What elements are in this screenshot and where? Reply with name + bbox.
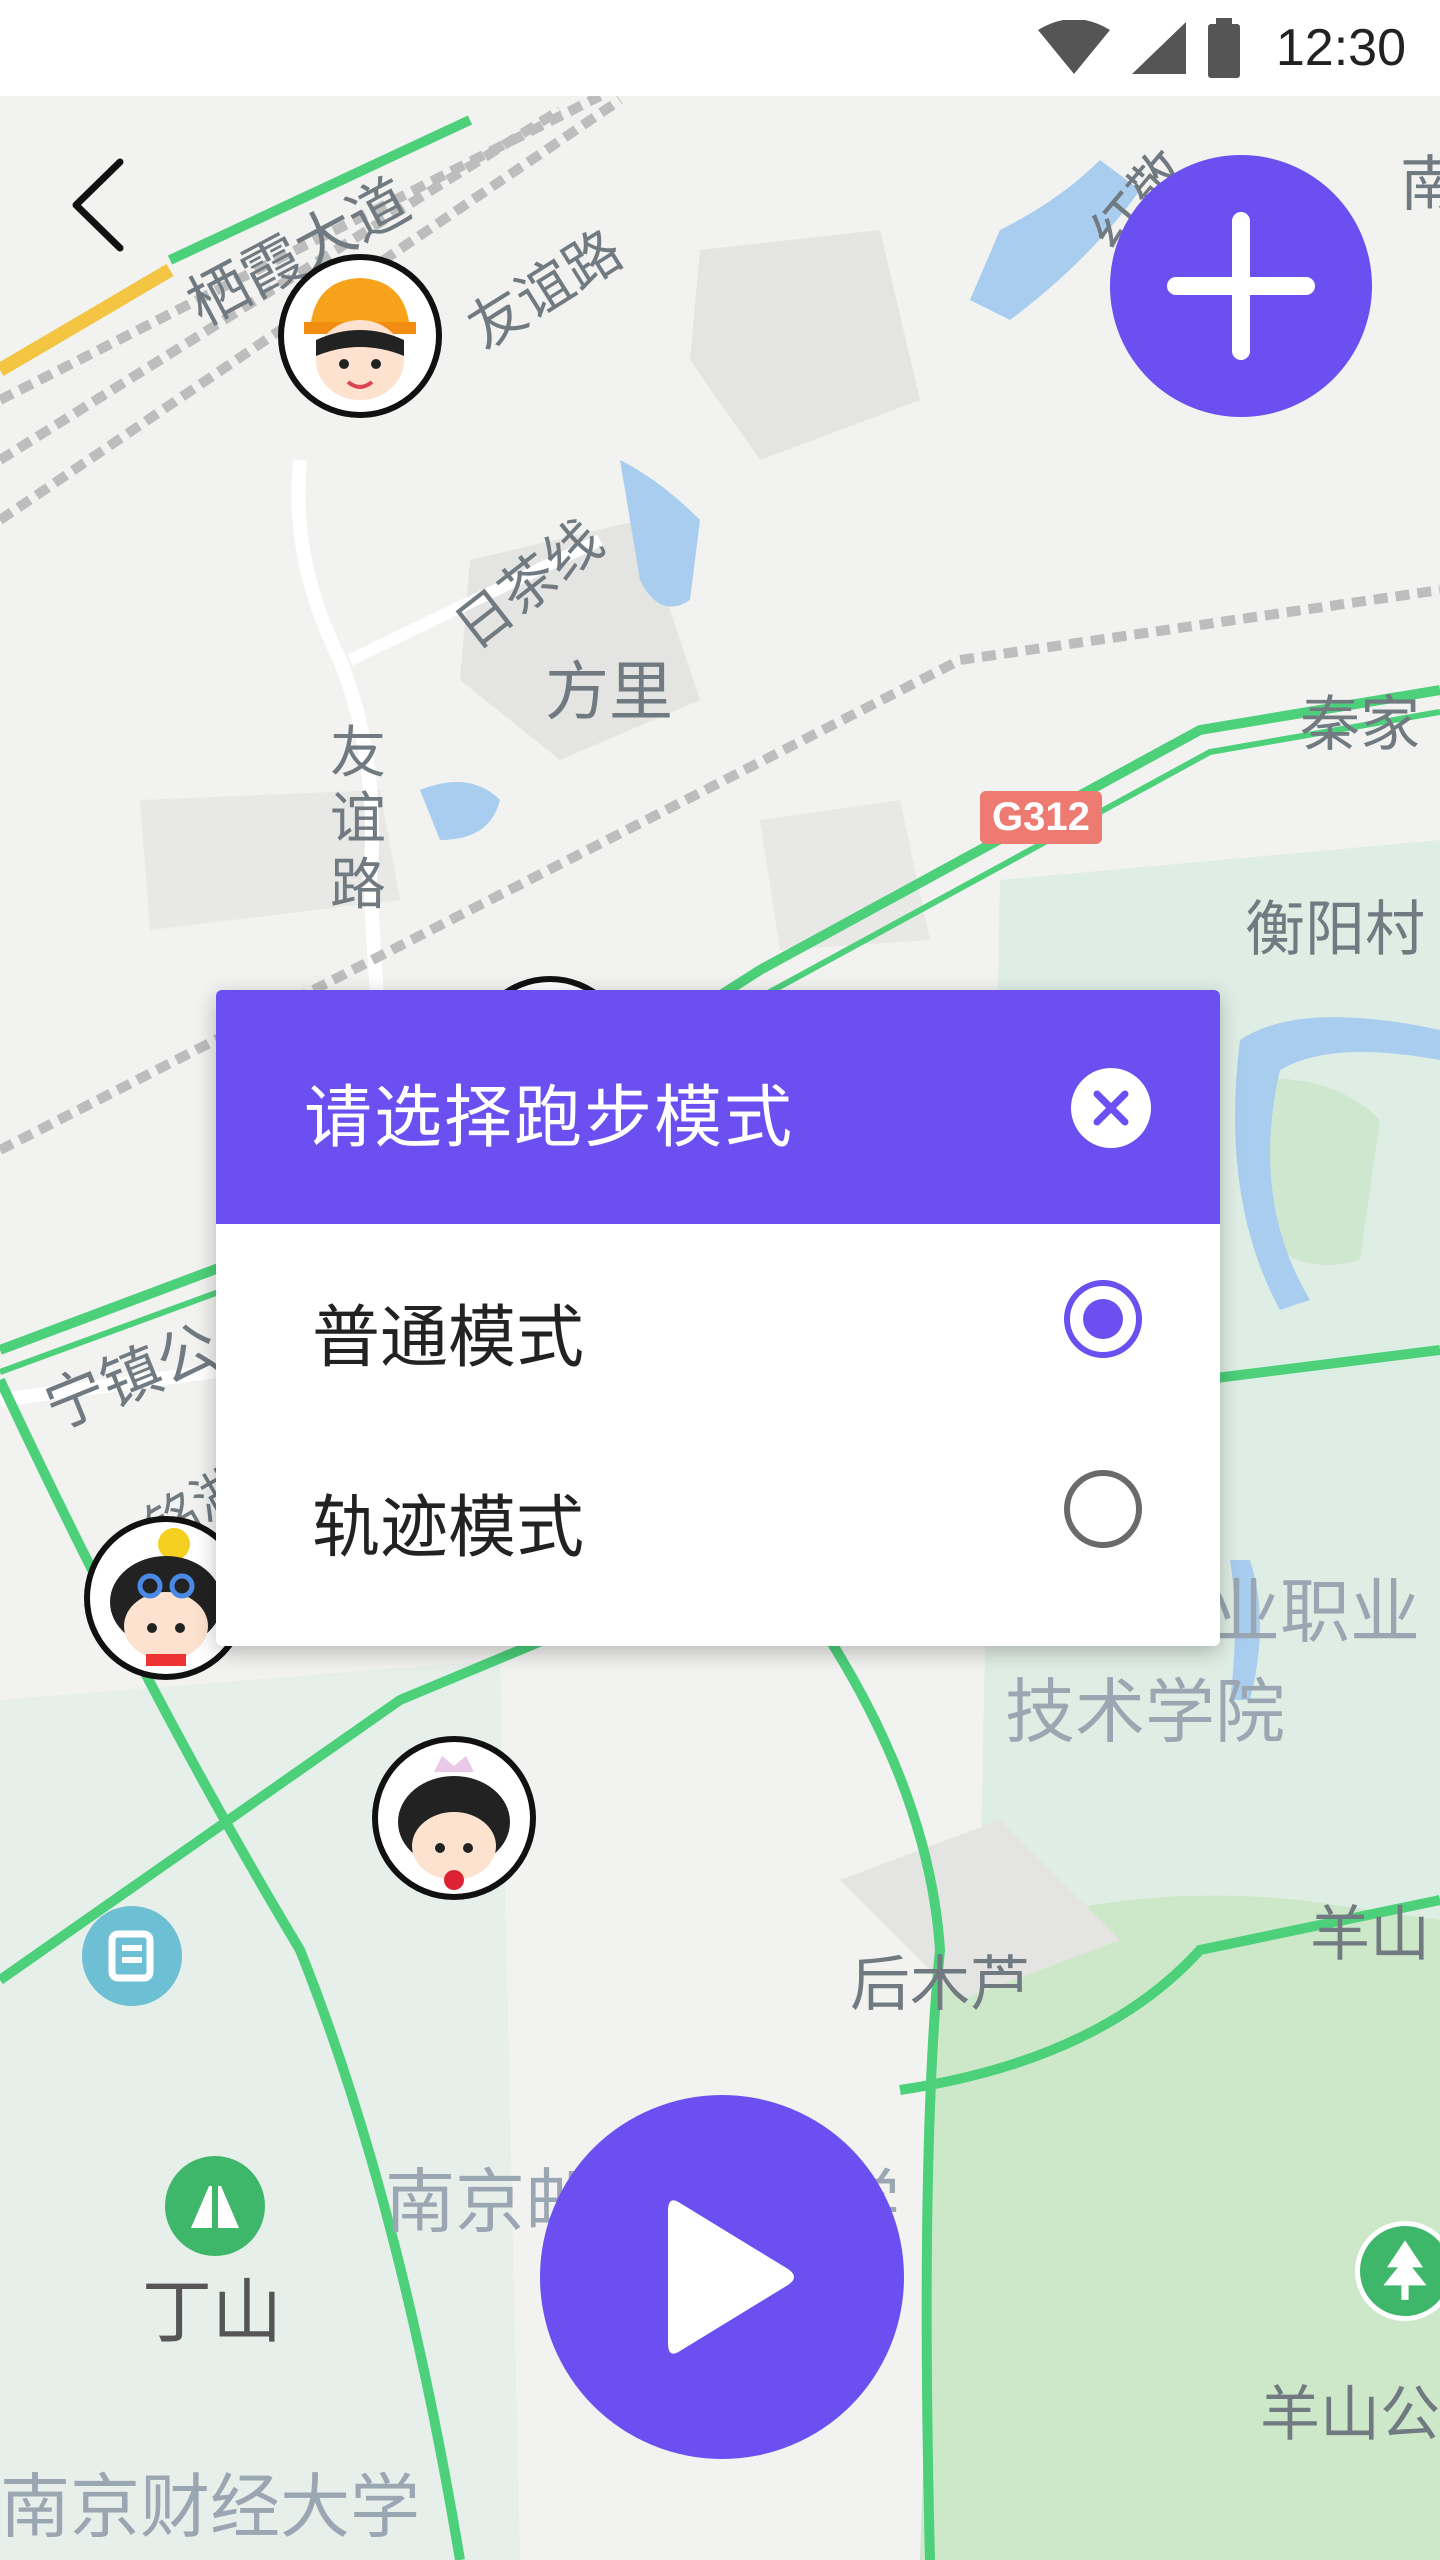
option-normal-mode[interactable]: 普通模式 (216, 1224, 1220, 1414)
clock: 12:30 (1275, 19, 1406, 77)
map-label: 羊山公 (1260, 2380, 1440, 2450)
option-label: 普通模式 (312, 1299, 585, 1378)
chevron-left-icon (72, 158, 124, 252)
status-bar: 12:30 (0, 0, 1440, 96)
close-button[interactable] (1071, 1068, 1151, 1148)
play-icon (668, 2200, 794, 2354)
map-label: 业职业 (1210, 1571, 1420, 1653)
map-label: 秦家 (1300, 690, 1420, 760)
radio-button-unselected[interactable] (1064, 1470, 1142, 1548)
map-label: 南京财经大学 (0, 2466, 420, 2548)
run-mode-dialog: 请选择跑步模式 普通模式 轨迹模式 (216, 990, 1220, 1646)
avatar[interactable] (278, 254, 442, 418)
mountain-icon (165, 2156, 265, 2256)
map-label: 丁山 (142, 2271, 282, 2353)
map-label: 技术学院 (1005, 1671, 1285, 1753)
map-label: 方里 (545, 656, 673, 730)
plus-icon (1167, 212, 1315, 360)
cellular-signal-icon (1131, 22, 1186, 74)
add-button[interactable] (1110, 155, 1372, 417)
start-run-button[interactable] (540, 2095, 904, 2459)
map-label: 后木芦 (850, 1950, 1030, 2020)
option-label: 轨迹模式 (312, 1489, 585, 1568)
map-label: 友谊路 (330, 721, 386, 918)
battery-icon (1207, 18, 1240, 78)
service-area-icon (82, 1906, 182, 2006)
map-label: 南 (1400, 150, 1440, 220)
map-label: 羊山 (1310, 1900, 1430, 1970)
avatar[interactable] (372, 1736, 536, 1900)
back-button[interactable] (62, 150, 142, 260)
wifi-icon (1037, 20, 1110, 74)
dialog-header: 请选择跑步模式 (216, 990, 1220, 1224)
road-badge: G312 (980, 791, 1102, 844)
radio-button-selected[interactable] (1064, 1280, 1142, 1358)
dialog-title: 请选择跑步模式 (304, 1079, 795, 1158)
map-label: 衡阳村 (1245, 895, 1425, 965)
park-tree-icon (1355, 2221, 1440, 2321)
close-icon (1093, 1090, 1129, 1126)
option-track-mode[interactable]: 轨迹模式 (216, 1414, 1220, 1604)
